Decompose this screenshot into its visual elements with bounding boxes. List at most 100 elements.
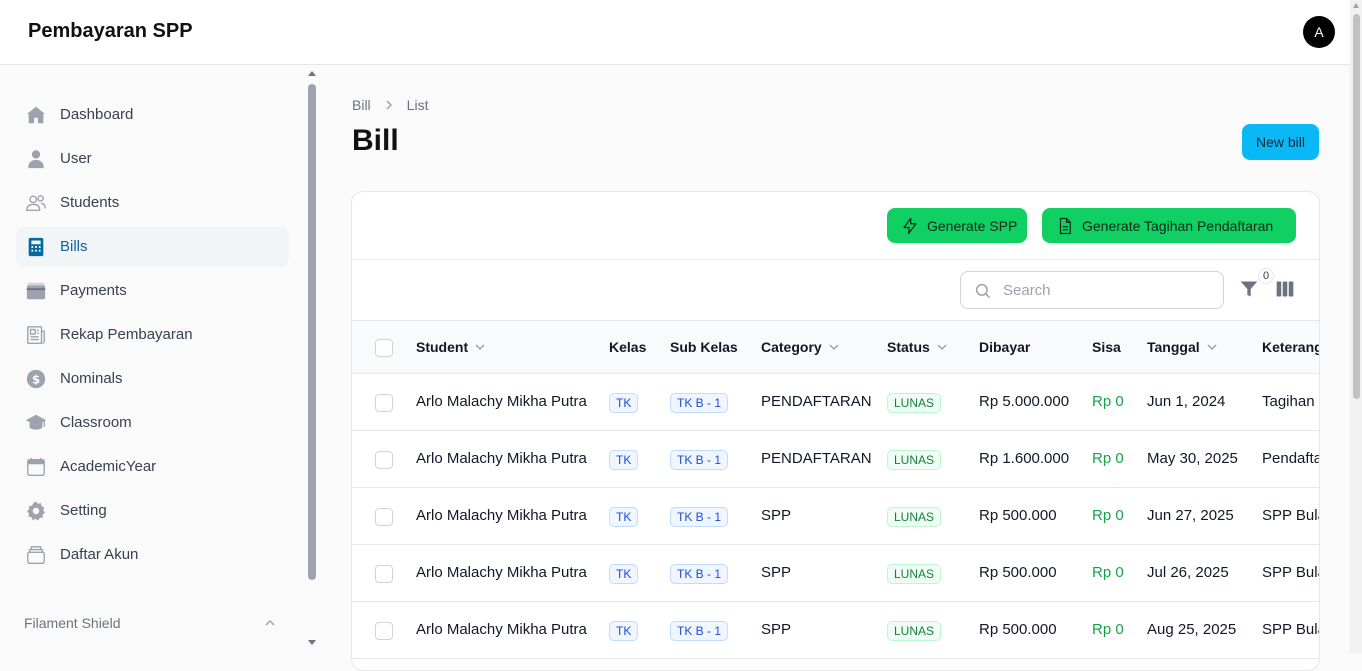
row-checkbox[interactable] bbox=[375, 508, 393, 526]
generate-tagihan-label: Generate Tagihan Pendaftaran bbox=[1082, 217, 1274, 234]
cell-sisa: Rp 0 bbox=[1092, 621, 1124, 638]
sidebar-item-user[interactable]: User bbox=[16, 139, 289, 179]
new-bill-button[interactable]: New bill bbox=[1242, 124, 1319, 160]
sidebar-item-label: User bbox=[60, 150, 92, 167]
bolt-icon bbox=[903, 217, 917, 234]
sidebar-item-classroom[interactable]: Classroom bbox=[16, 403, 289, 443]
scroll-down-arrow[interactable] bbox=[308, 640, 316, 645]
cell-student: Arlo Malachy Mikha Putra bbox=[416, 507, 587, 524]
cell-dibayar: Rp 500.000 bbox=[979, 564, 1057, 581]
users-icon bbox=[26, 195, 46, 212]
column-header-student[interactable]: Student bbox=[416, 339, 486, 355]
table-row[interactable]: Arlo Malachy Mikha Putra TK TK B - 1 SPP… bbox=[352, 545, 1319, 602]
sidebar-scrollbar[interactable] bbox=[305, 70, 319, 648]
filter-icon[interactable] bbox=[1239, 279, 1259, 299]
sidebar-item-setting[interactable]: Setting bbox=[16, 491, 289, 531]
sidebar-item-students[interactable]: Students bbox=[16, 183, 289, 223]
sidebar-item-label: Classroom bbox=[60, 414, 132, 431]
search-box[interactable] bbox=[960, 271, 1224, 309]
cell-keterangan: Pendafta bbox=[1262, 450, 1320, 467]
chevron-up-icon[interactable] bbox=[264, 617, 276, 629]
cell-student: Arlo Malachy Mikha Putra bbox=[416, 564, 587, 581]
gear-icon bbox=[26, 501, 46, 521]
scroll-up-arrow[interactable] bbox=[1353, 3, 1359, 8]
table-header-actions: Generate SPP Generate Tagihan Pendaftara… bbox=[352, 192, 1319, 260]
document-icon bbox=[1059, 217, 1071, 234]
table-row[interactable]: Arlo Malachy Mikha Putra TK TK B - 1 SPP… bbox=[352, 488, 1319, 545]
row-checkbox[interactable] bbox=[375, 451, 393, 469]
cell-category: SPP bbox=[761, 507, 792, 524]
chevron-down-icon bbox=[475, 344, 485, 351]
sidebar-item-nominals[interactable]: $ Nominals bbox=[16, 359, 289, 399]
row-checkbox[interactable] bbox=[375, 394, 393, 412]
sidebar-item-rekap-pembayaran[interactable]: Rekap Pembayaran bbox=[16, 315, 289, 355]
wallet-icon bbox=[26, 282, 46, 300]
sidebar-item-label: Payments bbox=[60, 282, 127, 299]
table-header: Student Kelas Sub Kelas Category Status … bbox=[352, 321, 1319, 374]
table-row[interactable]: Arlo Malachy Mikha Putra TK TK B - 1 SPP… bbox=[352, 602, 1320, 659]
page-scrollbar[interactable] bbox=[1350, 0, 1362, 653]
sidebar-item-daftar-akun[interactable]: Daftar Akun bbox=[16, 535, 289, 575]
currency-icon: $ bbox=[26, 369, 46, 389]
academic-cap-icon bbox=[25, 414, 47, 430]
table-toolbar: 0 bbox=[352, 260, 1319, 321]
cell-category: PENDAFTARAN bbox=[761, 393, 872, 410]
chevron-down-icon bbox=[937, 344, 947, 351]
select-all-checkbox[interactable] bbox=[375, 339, 393, 357]
row-checkbox[interactable] bbox=[375, 565, 393, 583]
sidebar-item-academicyear[interactable]: AcademicYear bbox=[16, 447, 289, 487]
home-icon bbox=[26, 106, 46, 124]
avatar[interactable]: A bbox=[1303, 16, 1335, 48]
sidebar-item-label: Rekap Pembayaran bbox=[60, 326, 193, 343]
cell-dibayar: Rp 500.000 bbox=[979, 507, 1057, 524]
columns-icon[interactable] bbox=[1275, 279, 1295, 299]
chevron-down-icon bbox=[829, 344, 839, 351]
scrollbar-thumb[interactable] bbox=[1353, 14, 1360, 399]
generate-tagihan-button[interactable]: Generate Tagihan Pendaftaran bbox=[1042, 208, 1296, 243]
cell-tanggal: Aug 25, 2025 bbox=[1147, 621, 1237, 638]
cell-tanggal: Jun 1, 2024 bbox=[1147, 393, 1226, 410]
topbar: Pembayaran SPP A bbox=[0, 0, 1350, 65]
cell-keterangan: Tagihan bbox=[1262, 393, 1315, 410]
column-header-status[interactable]: Status bbox=[887, 339, 948, 355]
cell-category: SPP bbox=[761, 564, 792, 581]
scroll-up-arrow[interactable] bbox=[308, 71, 316, 76]
column-header-category[interactable]: Category bbox=[761, 339, 840, 355]
page-title: Bill bbox=[352, 124, 399, 157]
sidebar-item-dashboard[interactable]: Dashboard bbox=[16, 95, 289, 135]
column-header-tanggal[interactable]: Tanggal bbox=[1147, 339, 1218, 355]
sidebar-item-bills[interactable]: Bills bbox=[16, 227, 289, 267]
kelas-badge: TK bbox=[609, 621, 639, 641]
sidebar-item-label: AcademicYear bbox=[60, 458, 157, 475]
sidebar-item-label: Bills bbox=[60, 238, 88, 255]
app-title[interactable]: Pembayaran SPP bbox=[28, 20, 193, 43]
cell-student: Arlo Malachy Mikha Putra bbox=[416, 621, 587, 638]
sidebar-group-label[interactable]: Filament Shield bbox=[24, 615, 121, 631]
row-checkbox[interactable] bbox=[375, 622, 393, 640]
status-badge: LUNAS bbox=[887, 621, 942, 641]
cell-dibayar: Rp 500.000 bbox=[979, 621, 1057, 638]
kelas-badge: TK bbox=[609, 393, 639, 413]
sidebar-item-label: Setting bbox=[60, 502, 107, 519]
search-input[interactable] bbox=[1003, 280, 1213, 300]
sidebar-item-payments[interactable]: Payments bbox=[16, 271, 289, 311]
status-badge: LUNAS bbox=[887, 507, 942, 527]
breadcrumb-current: List bbox=[406, 97, 429, 113]
cell-tanggal: Jun 27, 2025 bbox=[1147, 507, 1234, 524]
sidebar-item-label: Students bbox=[60, 194, 120, 211]
filter-count-badge: 0 bbox=[1258, 268, 1274, 284]
sidebar-item-label: Dashboard bbox=[60, 106, 134, 123]
breadcrumb-parent[interactable]: Bill bbox=[352, 97, 371, 113]
svg-text:$: $ bbox=[32, 373, 40, 387]
scrollbar-thumb[interactable] bbox=[308, 84, 316, 580]
sidebar-item-label: Nominals bbox=[60, 370, 123, 387]
table-row[interactable]: Arlo Malachy Mikha Putra TK TK B - 1 PEN… bbox=[352, 374, 1319, 431]
status-badge: LUNAS bbox=[887, 564, 942, 584]
cell-student: Arlo Malachy Mikha Putra bbox=[416, 393, 587, 410]
table-row[interactable]: Arlo Malachy Mikha Putra TK TK B - 1 PEN… bbox=[352, 431, 1320, 488]
cell-category: PENDAFTARAN bbox=[761, 450, 872, 467]
generate-spp-button[interactable]: Generate SPP bbox=[887, 208, 1027, 243]
cell-tanggal: Jul 26, 2025 bbox=[1147, 564, 1229, 581]
cell-keterangan: SPP Bula bbox=[1262, 621, 1320, 638]
generate-spp-label: Generate SPP bbox=[927, 217, 1018, 234]
